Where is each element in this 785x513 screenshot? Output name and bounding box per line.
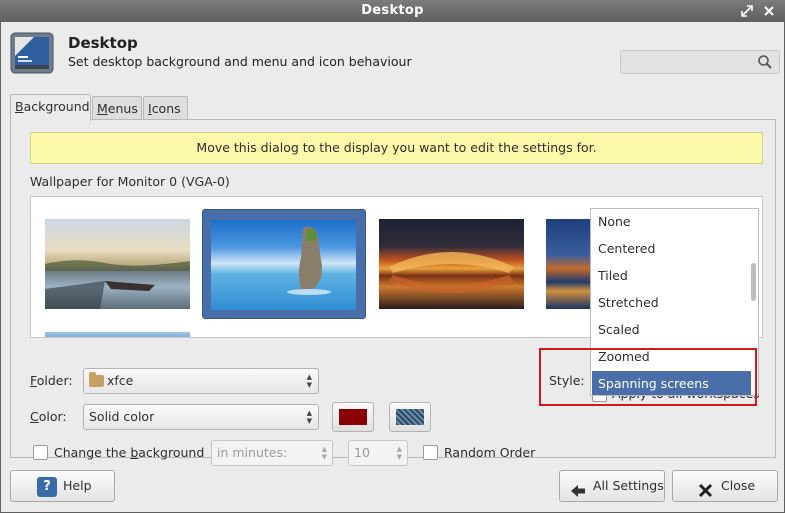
search-icon [757, 54, 773, 74]
folder-icon [89, 372, 104, 387]
desktop-app-icon [10, 32, 54, 74]
tab-menus[interactable]: Menus [92, 96, 142, 120]
back-arrow-icon [570, 479, 586, 509]
window-titlebar[interactable]: Desktop [0, 0, 785, 22]
wallpaper-thumb-selected[interactable] [202, 209, 366, 319]
wallpaper-thumb[interactable] [45, 332, 190, 337]
style-option-tiled[interactable]: Tiled [592, 263, 750, 288]
close-button[interactable]: Close [672, 470, 778, 502]
style-option-centered[interactable]: Centered [592, 236, 750, 261]
interval-unit-select[interactable]: in minutes: ▲ ▼ [211, 440, 333, 466]
style-option-none[interactable]: None [592, 209, 750, 234]
style-option-stretched[interactable]: Stretched [592, 290, 750, 315]
random-order-label: Random Order [444, 445, 536, 460]
search-input[interactable] [620, 50, 780, 74]
wallpaper-thumb[interactable] [45, 219, 190, 309]
folder-select[interactable]: xfce ▲ ▼ [83, 368, 319, 394]
wallpaper-label: Wallpaper for Monitor 0 (VGA-0) [30, 174, 230, 189]
window-title: Desktop [361, 3, 424, 18]
help-button[interactable]: ? Help [10, 470, 115, 502]
wallpaper-image [211, 220, 356, 310]
spin-arrows-icon: ▲ ▼ [306, 373, 312, 389]
close-window-icon[interactable] [761, 3, 777, 19]
change-background-label: Change the background [54, 445, 205, 460]
spin-arrows-icon: ▲ ▼ [321, 445, 327, 461]
dialog-title: Desktop [68, 34, 138, 52]
all-settings-button[interactable]: All Settings [559, 470, 665, 502]
info-bar: Move this dialog to the display you want… [30, 132, 763, 164]
primary-color-button[interactable] [332, 402, 374, 432]
color-label: Color: [30, 409, 67, 424]
close-icon [698, 479, 713, 509]
spin-arrows-icon: ▲ ▼ [306, 409, 312, 425]
color-mode-select[interactable]: Solid color ▲ ▼ [83, 404, 319, 430]
tab-background[interactable]: Background [10, 94, 91, 121]
random-order-checkbox[interactable] [423, 445, 438, 460]
tab-icons[interactable]: Icons [143, 96, 188, 120]
primary-color-swatch [339, 409, 367, 425]
change-background-checkbox[interactable] [33, 445, 48, 460]
help-icon: ? [37, 477, 57, 497]
dropdown-scrollbar[interactable] [751, 263, 756, 301]
spin-arrows-icon: ▲ ▼ [396, 445, 402, 461]
interval-value-input[interactable]: 10 ▲ ▼ [348, 440, 408, 466]
secondary-color-button[interactable] [389, 402, 431, 432]
wallpaper-thumb[interactable] [379, 219, 524, 309]
dialog-subtitle: Set desktop background and menu and icon… [68, 54, 412, 69]
folder-label: Folder: [30, 373, 73, 388]
secondary-color-swatch [396, 409, 424, 425]
maximize-icon[interactable] [739, 3, 755, 19]
highlight-box [539, 348, 757, 406]
style-option-scaled[interactable]: Scaled [592, 317, 750, 342]
